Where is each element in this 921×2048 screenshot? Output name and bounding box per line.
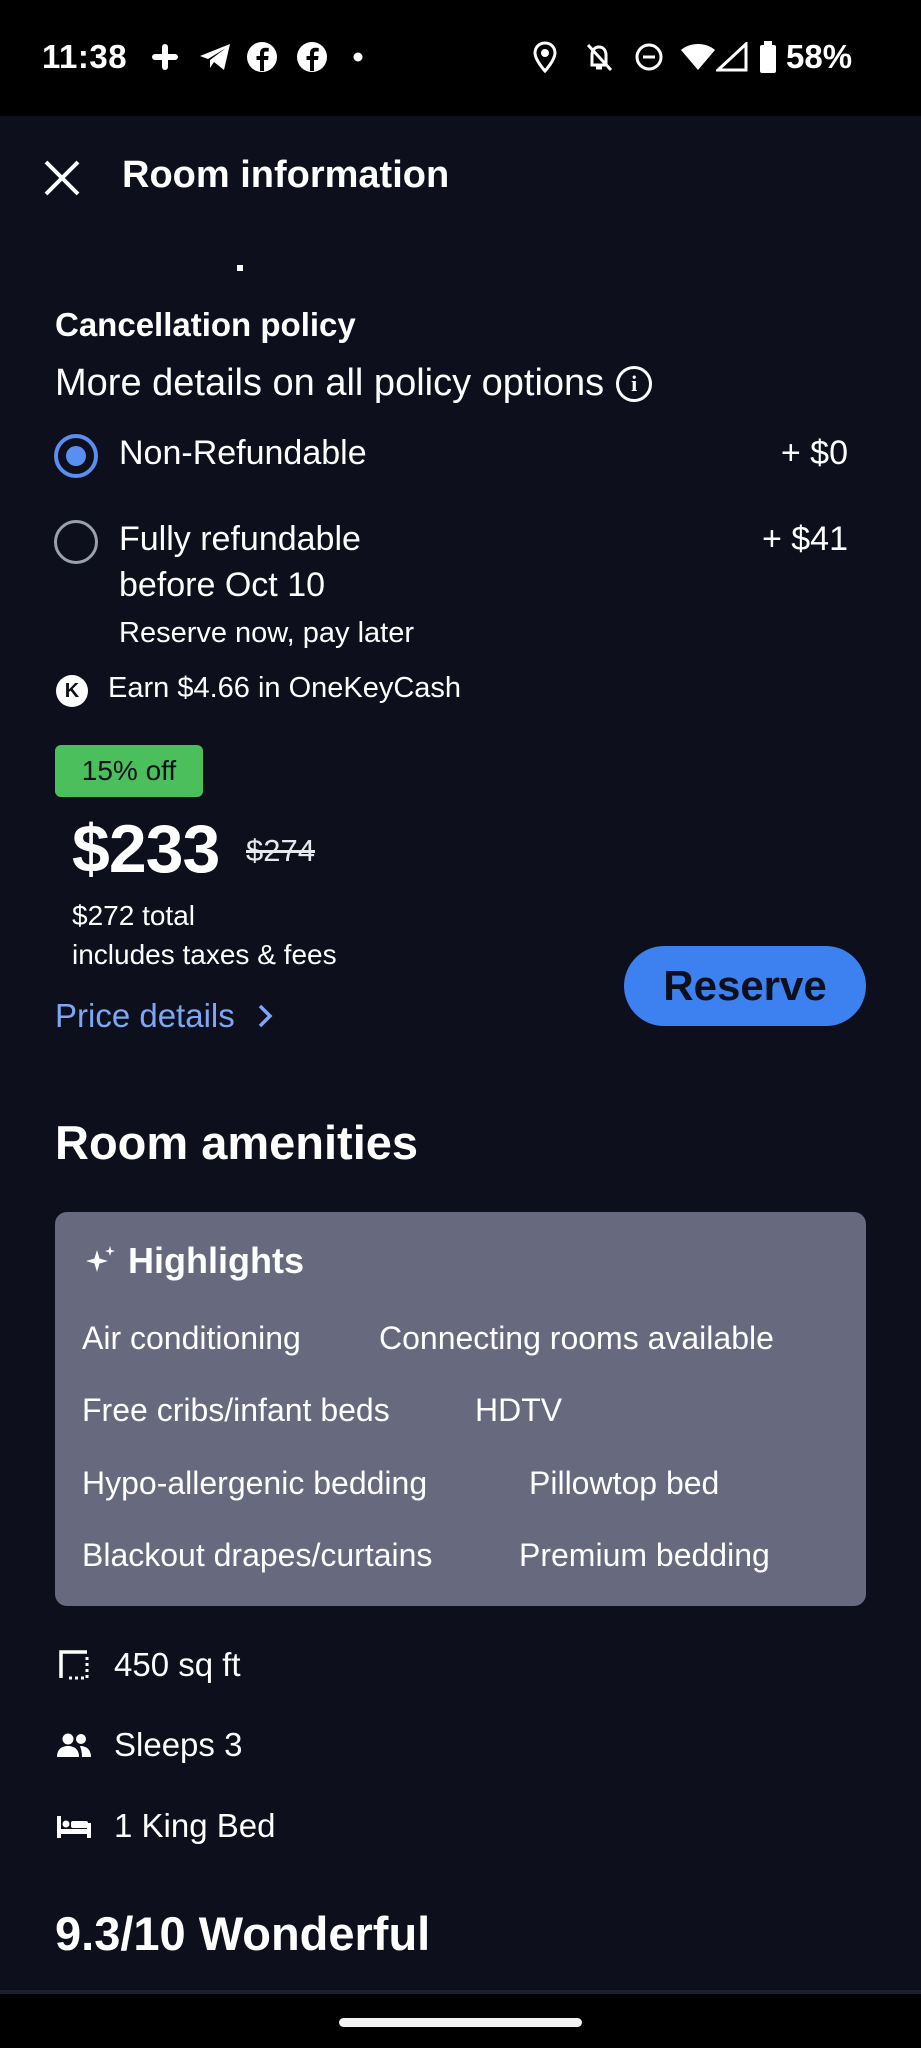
signal-icon bbox=[716, 40, 748, 74]
cancellation-title: Cancellation policy bbox=[55, 306, 356, 343]
wifi-icon bbox=[680, 40, 716, 74]
home-handle[interactable] bbox=[339, 2018, 582, 2027]
highlight-item: Premium bedding bbox=[519, 1537, 770, 1573]
detail-row-sleeps: Sleeps 3 bbox=[56, 1726, 242, 1764]
location-icon bbox=[532, 40, 558, 74]
sparkle-icon bbox=[86, 1246, 115, 1272]
highlight-item: Free cribs/infant beds bbox=[82, 1392, 390, 1428]
price-note: includes taxes & fees bbox=[72, 939, 337, 970]
facebook-icon bbox=[246, 40, 278, 74]
onekeycash-icon: K bbox=[56, 675, 88, 707]
highlight-item: Hypo-allergenic bedding bbox=[82, 1465, 428, 1501]
option-label-fully-refundable: Fully refundable bbox=[119, 520, 361, 558]
highlight-item: Air conditioning bbox=[82, 1320, 301, 1356]
onekeycash-text: Earn $4.66 in OneKeyCash bbox=[108, 672, 462, 704]
separator-dot bbox=[237, 265, 243, 271]
detail-text: 450 sq ft bbox=[114, 1646, 241, 1683]
discount-badge: 15% off bbox=[55, 745, 203, 797]
highlight-item: Pillowtop bed bbox=[529, 1465, 720, 1501]
option-sub-pay-later: Reserve now, pay later bbox=[119, 617, 414, 649]
policy-details-link[interactable]: More details on all policy options i bbox=[55, 362, 653, 405]
close-button[interactable] bbox=[36, 152, 88, 204]
option-label-non-refundable: Non-Refundable bbox=[119, 434, 367, 472]
highlights-label: Highlights bbox=[128, 1240, 304, 1281]
chevron-right-icon bbox=[258, 1004, 273, 1028]
battery-icon bbox=[758, 40, 778, 74]
original-price: $274 bbox=[246, 833, 315, 868]
price-details-label: Price details bbox=[55, 997, 235, 1034]
radio-non-refundable[interactable] bbox=[54, 434, 98, 478]
dot-icon bbox=[352, 40, 364, 74]
facebook-icon bbox=[296, 40, 328, 74]
info-icon: i bbox=[616, 365, 653, 402]
option-price-fully-refundable: + $41 bbox=[761, 520, 848, 558]
option-price-non-refundable: + $0 bbox=[780, 434, 848, 472]
close-icon bbox=[44, 160, 80, 196]
highlight-item: Connecting rooms available bbox=[379, 1320, 774, 1356]
option-label-date: before Oct 10 bbox=[119, 566, 326, 604]
status-bar bbox=[0, 0, 921, 116]
people-icon bbox=[56, 1727, 92, 1763]
area-icon bbox=[56, 1647, 92, 1683]
radio-fully-refundable[interactable] bbox=[54, 520, 98, 564]
price-total: $272 total bbox=[72, 900, 195, 931]
reserve-button[interactable]: Reserve bbox=[624, 946, 866, 1026]
bed-icon bbox=[56, 1808, 92, 1844]
page-title: Room information bbox=[122, 154, 450, 196]
price-details-link[interactable]: Price details bbox=[55, 997, 273, 1035]
amenities-title: Room amenities bbox=[55, 1116, 419, 1169]
current-price: $233 bbox=[72, 811, 220, 887]
status-time: 11:38 bbox=[42, 38, 128, 75]
detail-text: 1 King Bed bbox=[114, 1807, 276, 1844]
battery-percent: 58% bbox=[786, 38, 853, 75]
detail-row-bed: 1 King Bed bbox=[56, 1807, 275, 1845]
policy-details-label: More details on all policy options bbox=[55, 362, 605, 404]
slack-icon bbox=[150, 40, 180, 74]
bell-off-icon bbox=[584, 40, 614, 74]
do-not-disturb-icon bbox=[634, 40, 664, 74]
detail-text: Sleeps 3 bbox=[114, 1726, 243, 1763]
rating-title: 9.3/10 Wonderful bbox=[55, 1907, 431, 1960]
highlights-title: Highlights bbox=[84, 1240, 304, 1282]
detail-row-area: 450 sq ft bbox=[56, 1646, 241, 1684]
highlight-item: Blackout drapes/curtains bbox=[82, 1537, 433, 1573]
telegram-icon bbox=[198, 40, 232, 74]
highlight-item: HDTV bbox=[475, 1392, 563, 1428]
